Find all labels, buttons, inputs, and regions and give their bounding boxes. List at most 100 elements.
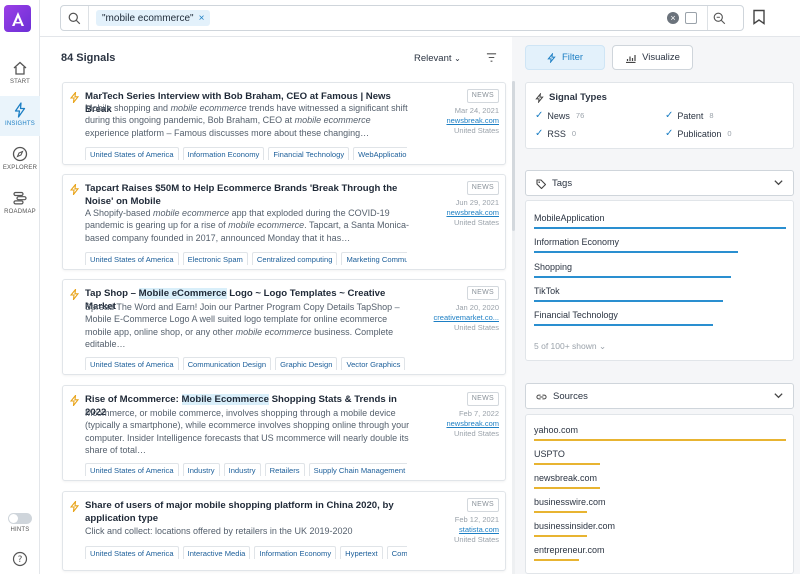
- signal-meta: NEWS Jun 29, 2021 newsbreak.com United S…: [429, 181, 499, 228]
- tag-chip[interactable]: Marketing Communications: [341, 252, 407, 265]
- query-chip[interactable]: "mobile ecommerce" ×: [96, 10, 211, 26]
- tag-list: United States of America Information Econ…: [85, 144, 407, 160]
- left-nav-sidebar: START INSIGHTS EXPLORER ROADMAP HINTS ?: [0, 0, 40, 574]
- sources-row[interactable]: businessinsider.com: [534, 521, 786, 537]
- tag-chip[interactable]: Electronic Spam: [182, 252, 248, 265]
- sources-bar: [534, 511, 587, 513]
- clear-search-icon[interactable]: ×: [667, 12, 679, 24]
- sort-label: Relevant: [414, 53, 452, 64]
- check-icon: ✓: [535, 110, 544, 121]
- nav-start[interactable]: START: [0, 60, 40, 90]
- sources-label: USPTO: [534, 449, 565, 459]
- signal-types-panel: Signal Types ✓ News 76 ✓ Patent 8 ✓ RSS 0 ✓ Pub…: [525, 82, 794, 149]
- tag-chip[interactable]: Supply Chain Management: [308, 463, 407, 476]
- zoom-search-button[interactable]: [707, 6, 731, 30]
- signal-source-link[interactable]: newsbreak.com: [429, 208, 499, 218]
- tag-chip[interactable]: Communication: [386, 546, 407, 559]
- tags-label: TikTok: [534, 285, 560, 296]
- tag-chip[interactable]: Industry: [223, 463, 261, 476]
- roadmap-icon: [13, 191, 27, 205]
- signal-date: Feb 12, 2021: [454, 515, 499, 524]
- nav-insights[interactable]: INSIGHTS: [0, 96, 40, 136]
- tag-chip[interactable]: Retailers: [264, 463, 305, 476]
- signal-date: Jun 29, 2021: [455, 198, 499, 207]
- tag-chip[interactable]: United States of America: [85, 357, 179, 370]
- tags-more-link[interactable]: 5 of 100+ shown ⌄: [534, 341, 606, 352]
- tags-row[interactable]: TikTok: [534, 285, 786, 302]
- tag-chip[interactable]: Vector Graphics: [341, 357, 406, 370]
- bookmark-icon[interactable]: [752, 9, 766, 25]
- signal-country: United States: [453, 218, 499, 227]
- tags-row[interactable]: Financial Technology: [534, 310, 786, 327]
- tag-chip[interactable]: United States of America: [85, 147, 179, 160]
- sources-row[interactable]: businesswire.com: [534, 497, 786, 513]
- signal-card[interactable]: Tapcart Raises $50M to Help Ecommerce Br…: [62, 174, 506, 270]
- tag-chip[interactable]: United States of America: [85, 463, 179, 476]
- signal-card[interactable]: Tap Shop – Mobile eCommerce Logo ~ Logo …: [62, 279, 506, 375]
- signal-source-link[interactable]: newsbreak.com: [429, 116, 499, 126]
- sources-bar: [534, 463, 600, 465]
- tags-accordion[interactable]: Tags: [525, 170, 794, 196]
- lightning-icon: [547, 52, 556, 63]
- signal-type-patent[interactable]: ✓ Patent 8: [665, 110, 714, 121]
- tag-chip[interactable]: United States of America: [85, 546, 179, 559]
- signal-meta: NEWS Mar 24, 2021 newsbreak.com United S…: [429, 89, 499, 136]
- tag-chip[interactable]: Communication Design: [182, 357, 272, 370]
- sources-accordion[interactable]: Sources: [525, 383, 794, 409]
- filter-button-label: Filter: [561, 52, 584, 63]
- signal-snippet: Mcommerce, or mobile commerce, involves …: [85, 408, 410, 455]
- signal-card[interactable]: Share of users of major mobile shopping …: [62, 491, 506, 571]
- sort-order-icon[interactable]: [486, 52, 497, 63]
- tag-chip[interactable]: Financial Technology: [268, 147, 350, 160]
- signal-type-rss[interactable]: ✓ RSS 0: [535, 128, 576, 139]
- visualize-button[interactable]: Visualize: [612, 45, 693, 70]
- signal-source-link[interactable]: newsbreak.com: [429, 419, 499, 429]
- tag-chip[interactable]: Graphic Design: [275, 357, 338, 370]
- signal-source-link[interactable]: creativemarket.co...: [429, 313, 499, 323]
- signal-card[interactable]: MarTech Series Interview with Bob Braham…: [62, 82, 506, 165]
- tag-chip[interactable]: WebApplication: [353, 147, 407, 160]
- search-icon[interactable]: [61, 6, 89, 30]
- tag-chip[interactable]: United States of America: [85, 252, 179, 265]
- app-logo[interactable]: [4, 5, 31, 32]
- image-search-icon[interactable]: [685, 12, 697, 24]
- tag-chip[interactable]: Interactive Media: [182, 546, 251, 559]
- signal-snippet: Spread The Word and Earn! Join our Partn…: [85, 302, 400, 349]
- hints-toggle[interactable]: HINTS: [0, 513, 40, 541]
- sources-row[interactable]: yahoo.com: [534, 425, 786, 441]
- lightning-icon: [70, 395, 79, 406]
- tag-chip[interactable]: Hypertext: [340, 546, 383, 559]
- filter-button[interactable]: Filter: [525, 45, 605, 70]
- tag-chip[interactable]: Information Economy: [182, 147, 265, 160]
- signal-source-link[interactable]: statista.com: [429, 525, 499, 535]
- type-badge: NEWS: [466, 286, 499, 300]
- signal-type-news[interactable]: ✓ News 76: [535, 110, 584, 121]
- sources-heading: Sources: [536, 391, 588, 402]
- tags-row[interactable]: Shopping: [534, 262, 786, 278]
- search-bar[interactable]: "mobile ecommerce" × ×: [60, 5, 744, 31]
- nav-explorer[interactable]: EXPLORER: [0, 146, 40, 178]
- sort-dropdown[interactable]: Relevant ⌄: [414, 53, 461, 64]
- sources-row[interactable]: newsbreak.com: [534, 473, 786, 489]
- tag-chip[interactable]: Information Economy: [254, 546, 337, 559]
- chevron-down-icon: [774, 180, 783, 186]
- sources-label: yahoo.com: [534, 425, 579, 435]
- tags-row[interactable]: Information Economy: [534, 237, 786, 254]
- help-button[interactable]: ?: [0, 551, 40, 567]
- sources-row[interactable]: entrepreneur.com: [534, 545, 786, 561]
- tag-chip[interactable]: Centralized computing: [251, 252, 338, 265]
- nav-roadmap[interactable]: ROADMAP: [0, 190, 40, 222]
- sources-row[interactable]: USPTO: [534, 449, 786, 465]
- signal-type-publication[interactable]: ✓ Publication 0: [665, 128, 732, 139]
- tags-row[interactable]: MobileApplication: [534, 213, 786, 229]
- sources-label: businessinsider.com: [534, 521, 616, 531]
- signal-card[interactable]: Rise of Mcommerce: Mobile Ecommerce Shop…: [62, 385, 506, 481]
- signal-title[interactable]: Tapcart Raises $50M to Help Ecommerce Br…: [85, 182, 405, 208]
- toggle-switch[interactable]: [8, 513, 32, 524]
- chip-remove-icon[interactable]: ×: [199, 13, 205, 24]
- tag-chip[interactable]: Industry: [182, 463, 220, 476]
- signal-date: Jan 20, 2020: [455, 303, 499, 312]
- signal-title[interactable]: Share of users of major mobile shopping …: [85, 499, 405, 525]
- lightning-icon: [70, 92, 79, 103]
- lightning-icon: [14, 102, 26, 118]
